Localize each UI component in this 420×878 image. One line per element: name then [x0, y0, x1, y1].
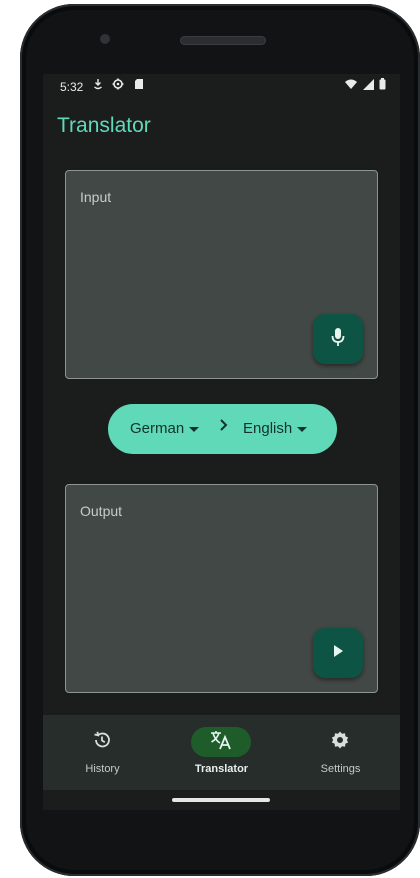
nav-label-translator: Translator — [194, 763, 249, 775]
dropdown-caret-icon — [297, 426, 308, 432]
output-label: Output — [80, 503, 123, 519]
data-saver-icon — [93, 79, 112, 93]
status-icons-left — [93, 78, 144, 93]
play-icon — [332, 644, 344, 663]
status-time: 5:32 — [60, 80, 84, 94]
microphone-icon — [331, 327, 345, 352]
translate-icon — [210, 730, 232, 755]
target-language-dropdown[interactable]: English — [243, 420, 308, 437]
cellular-signal-icon — [362, 79, 379, 93]
nav-item-translator[interactable]: Translator — [162, 715, 281, 790]
input-label: Input — [80, 189, 112, 205]
nav-item-settings[interactable]: Settings — [281, 715, 400, 790]
language-selector: German English — [108, 404, 337, 454]
sd-card-icon — [134, 79, 144, 93]
earpiece-speaker — [180, 36, 266, 45]
nav-icon-container — [310, 727, 370, 757]
battery-icon — [379, 78, 386, 93]
bottom-navigation: History Translator Settings — [43, 715, 400, 790]
home-indicator[interactable] — [172, 798, 270, 802]
nav-label-history: History — [85, 763, 120, 775]
play-button[interactable] — [313, 628, 363, 678]
nav-label-settings: Settings — [320, 763, 361, 775]
app-title: Translator — [57, 114, 151, 137]
input-text-area[interactable]: Input — [65, 170, 378, 379]
wifi-icon — [345, 79, 362, 93]
nav-icon-container — [72, 727, 132, 757]
source-language-label: German — [130, 420, 185, 437]
target-language-label: English — [243, 420, 293, 437]
app-screen: 5:32 Translator Input German English Out… — [43, 74, 400, 810]
dropdown-caret-icon — [189, 426, 200, 432]
gear-icon — [330, 730, 350, 755]
nav-item-history[interactable]: History — [43, 715, 162, 790]
nav-active-indicator — [191, 727, 251, 757]
settings-gear-icon — [112, 78, 133, 93]
chevron-right-icon — [218, 418, 230, 436]
output-text-area[interactable]: Output — [65, 484, 378, 693]
front-camera — [100, 34, 110, 44]
status-icons-right — [345, 78, 386, 93]
microphone-button[interactable] — [313, 314, 363, 364]
history-icon — [92, 730, 112, 755]
status-bar: 5:32 — [43, 74, 400, 100]
source-language-dropdown[interactable]: German — [130, 420, 200, 437]
